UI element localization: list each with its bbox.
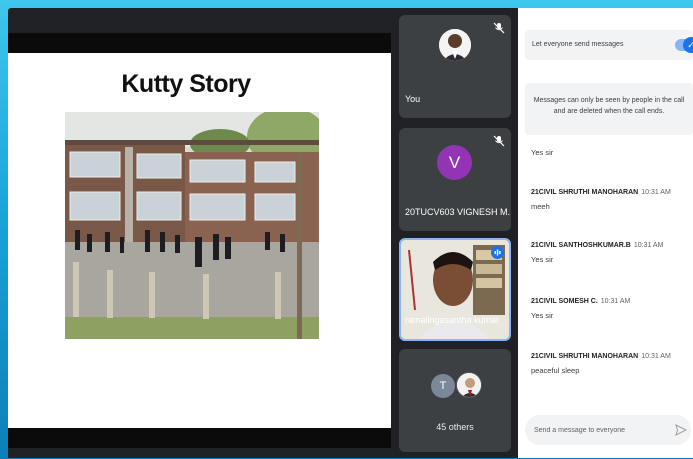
message-sender: 21CIVIL SHRUTHI MANOHARAN — [531, 353, 639, 360]
chat-input-box — [525, 415, 691, 445]
mic-off-icon — [493, 22, 505, 34]
chat-message-input[interactable] — [534, 424, 664, 437]
participant-tile-others[interactable]: T 45 others — [399, 349, 511, 452]
toggle-label: Let everyone send messages — [532, 41, 624, 48]
chat-message: Yes sir — [531, 148, 691, 157]
check-icon: ✓ — [683, 37, 693, 53]
user-avatar — [439, 29, 471, 61]
message-sender-row: 21CIVIL SHRUTHI MANOHARAN 10:31 AM — [531, 189, 691, 196]
message-time: 10:31 AM — [633, 242, 664, 249]
chat-message: 21CIVIL SHRUTHI MANOHARAN 10:31 AM peacef… — [531, 353, 691, 375]
slide-school-photo — [65, 112, 319, 339]
participant-name: ramalingasantha kumar — [405, 315, 500, 325]
avatar-letter-t: T — [431, 374, 455, 398]
school-building-illustration — [65, 112, 319, 339]
participant-tile-you[interactable]: You — [399, 15, 511, 118]
mic-off-icon — [493, 135, 505, 147]
message-text: Yes sir — [531, 255, 554, 264]
message-text: Yes sir — [531, 148, 554, 157]
message-sender-row: 21CIVIL SOMESH C. 10:31 AM — [531, 298, 691, 305]
message-sender-row: 21CIVIL SANTHOSHKUMAR.B 10:31 AM — [531, 242, 691, 249]
avatar-letter-v: V — [437, 145, 472, 180]
slide-title: Kutty Story — [121, 70, 251, 98]
chat-notice: Messages can only be seen by people in t… — [525, 83, 693, 135]
chat-panel: Let everyone send messages ✓ Messages ca… — [518, 8, 693, 458]
send-messages-setting: Let everyone send messages ✓ — [525, 30, 693, 60]
chat-message: 21CIVIL SOMESH C. 10:31 AM Yes sir — [531, 298, 691, 320]
message-sender: 21CIVIL SOMESH C. — [531, 298, 598, 305]
message-time: 10:31 AM — [641, 189, 671, 196]
presentation-slide: Kutty Story — [8, 53, 391, 428]
message-text: peaceful sleep — [531, 366, 580, 375]
message-text: Yes sir — [531, 311, 554, 320]
person-photo-icon — [439, 29, 471, 61]
message-time: 10:31 AM — [641, 353, 671, 360]
presentation-top-bar — [8, 33, 391, 53]
participant-name: 20TUCV603 VIGNESH M. — [405, 207, 511, 217]
send-messages-toggle[interactable]: ✓ — [675, 37, 693, 53]
speaking-indicator-icon — [491, 246, 504, 259]
chat-message: 21CIVIL SANTHOSHKUMAR.B 10:31 AM Yes sir — [531, 242, 691, 264]
participant-photo-icon — [456, 372, 482, 398]
send-icon[interactable] — [675, 424, 687, 436]
message-sender: 21CIVIL SHRUTHI MANOHARAN — [531, 189, 639, 196]
participant-name: You — [405, 94, 421, 104]
participant-tile-vignesh[interactable]: V 20TUCV603 VIGNESH M. — [399, 128, 511, 231]
message-sender-row: 21CIVIL SHRUTHI MANOHARAN 10:31 AM — [531, 353, 691, 360]
participant-tile-speaking[interactable]: ramalingasantha kumar — [399, 238, 511, 341]
message-text: meeh — [531, 202, 550, 211]
presentation-bottom-bar — [8, 428, 391, 448]
message-time: 10:31 AM — [600, 298, 631, 305]
chat-message: 21CIVIL SHRUTHI MANOHARAN 10:31 AM meeh — [531, 189, 691, 211]
others-count-label: 45 others — [436, 422, 474, 432]
message-sender: 21CIVIL SANTHOSHKUMAR.B — [531, 242, 631, 249]
